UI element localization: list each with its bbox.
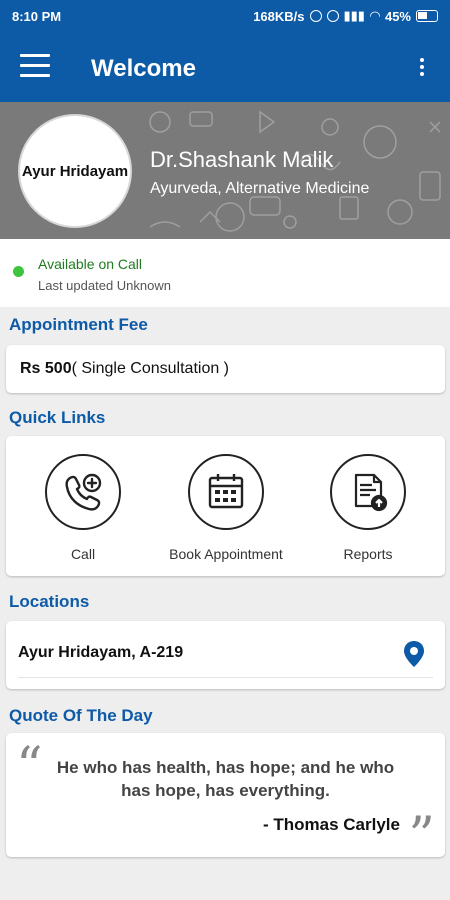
- book-appointment-label: Book Appointment: [169, 546, 283, 562]
- status-time: 8:10 PM: [12, 9, 62, 24]
- fee-description: ( Single Consultation ): [71, 360, 230, 377]
- availability-panel: Available on Call Last updated Unknown: [0, 239, 450, 307]
- call-link[interactable]: Call: [13, 454, 153, 562]
- location-name: Ayur Hridayam, A-219: [18, 644, 184, 661]
- document-upload-icon: [330, 454, 406, 530]
- divider: [18, 677, 433, 678]
- reports-label: Reports: [343, 546, 393, 562]
- appointment-fee-heading: Appointment Fee: [9, 315, 148, 334]
- status-dot-icon: [13, 266, 24, 277]
- headphones-icon: [309, 10, 322, 22]
- profile-banner: Ayur Hridayam Dr.Shashank Malik Ayurveda…: [0, 102, 450, 239]
- availability-status: Available on Call: [38, 256, 143, 272]
- status-bar: 8:10 PM 168KB/s ▮▮▮ ◠ 45%: [0, 0, 450, 34]
- signal-icon: ▮▮▮: [343, 8, 365, 23]
- location-card[interactable]: Ayur Hridayam, A-219: [6, 621, 445, 689]
- doctor-specialty: Ayurveda, Alternative Medicine: [150, 180, 370, 197]
- alarm-icon: [326, 10, 339, 22]
- network-speed: 168KB/s: [253, 8, 305, 24]
- avatar-text: Ayur Hridayam: [21, 162, 129, 180]
- quote-card: “ He who has health, has hope; and he wh…: [6, 733, 445, 863]
- locations-heading: Locations: [9, 592, 90, 611]
- wifi-icon: ◠: [369, 8, 380, 23]
- quick-links-heading: Quick Links: [9, 408, 106, 427]
- location-pin-icon[interactable]: [403, 640, 425, 668]
- page-title: Welcome: [91, 55, 196, 82]
- reports-link[interactable]: Reports: [298, 454, 438, 562]
- calendar-icon: [188, 454, 264, 530]
- doctor-name: Dr.Shashank Malik: [150, 147, 334, 172]
- book-appointment-link[interactable]: Book Appointment: [156, 454, 296, 562]
- more-options-icon[interactable]: [420, 58, 426, 78]
- open-quote-icon: “: [16, 737, 43, 797]
- fee-text: Rs 500( Single Consultation ): [20, 360, 229, 378]
- phone-add-icon: [45, 454, 121, 530]
- call-label: Call: [70, 546, 96, 562]
- close-quote-icon: ”: [408, 807, 435, 867]
- fee-card: Rs 500( Single Consultation ): [6, 345, 445, 393]
- quick-links-card: Call Book Appointment Reports: [6, 436, 445, 576]
- quote-heading: Quote Of The Day: [9, 706, 153, 725]
- avatar[interactable]: Ayur Hridayam: [18, 114, 132, 228]
- battery-icon: [416, 10, 438, 22]
- battery-percent: 45%: [384, 8, 411, 24]
- menu-icon[interactable]: [20, 54, 50, 78]
- app-bar: Welcome: [0, 34, 450, 102]
- fee-amount: Rs 500: [20, 360, 72, 377]
- quote-author: - Thomas Carlyle: [263, 815, 400, 834]
- status-icons: 168KB/s ▮▮▮ ◠ 45%: [253, 8, 438, 24]
- last-updated: Last updated Unknown: [38, 278, 171, 293]
- quote-text: He who has health, has hope; and he who …: [56, 758, 395, 800]
